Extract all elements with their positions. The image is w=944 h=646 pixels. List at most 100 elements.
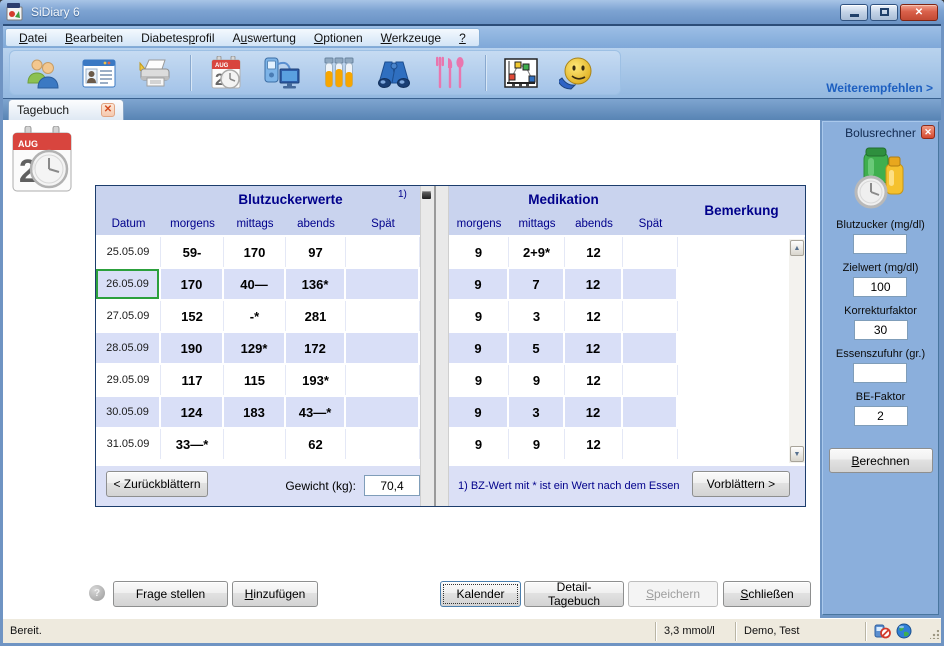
menu-optionen[interactable]: Optionen xyxy=(305,30,372,46)
menu-hilfe[interactable]: ? xyxy=(450,30,475,46)
med-value-cell[interactable]: 9 xyxy=(449,333,509,363)
med-value-cell[interactable]: 12 xyxy=(565,333,623,363)
bg-value-cell[interactable]: 115 xyxy=(224,365,286,395)
date-cell[interactable]: 25.05.09 xyxy=(96,237,161,267)
close-dialog-button[interactable]: Schließen xyxy=(723,581,811,607)
bg-value-cell[interactable]: 40— xyxy=(224,269,286,299)
diary-calendar-icon[interactable]: AUG 2 xyxy=(205,53,247,93)
menu-bearbeiten[interactable]: Bearbeiten xyxy=(56,30,132,46)
wizard-smiley-icon[interactable] xyxy=(556,53,598,93)
med-value-cell[interactable]: 12 xyxy=(565,397,623,427)
be-factor-input[interactable] xyxy=(854,406,908,426)
bg-value-cell[interactable]: 152 xyxy=(161,301,224,331)
restore-icon[interactable] xyxy=(870,4,898,21)
med-value-cell[interactable]: 12 xyxy=(565,429,623,459)
calculate-button[interactable]: Berechnen xyxy=(829,448,933,473)
detail-diary-button[interactable]: Detail-Tagebuch xyxy=(524,581,624,607)
table-scrollbar[interactable]: ▲ ▼ xyxy=(788,239,805,463)
titlebar[interactable]: SiDiary 6 ✕ xyxy=(0,0,944,24)
weight-input[interactable] xyxy=(364,475,420,496)
date-cell[interactable]: 29.05.09 xyxy=(96,365,161,395)
med-value-cell[interactable] xyxy=(623,269,678,299)
statistics-icon[interactable] xyxy=(500,53,542,93)
med-value-cell[interactable] xyxy=(623,333,678,363)
page-back-button[interactable]: < Zurückblättern xyxy=(106,471,208,497)
print-icon[interactable] xyxy=(134,53,176,93)
bg-value-cell[interactable]: 43—* xyxy=(286,397,346,427)
menu-werkzeuge[interactable]: Werkzeuge xyxy=(372,30,450,46)
bg-value-cell[interactable]: 172 xyxy=(286,333,346,363)
resize-grip[interactable] xyxy=(927,622,941,641)
bg-value-cell[interactable]: 170 xyxy=(161,269,224,299)
date-cell[interactable]: 28.05.09 xyxy=(96,333,161,363)
remark-cell[interactable] xyxy=(678,237,805,267)
bg-value-cell[interactable]: 97 xyxy=(286,237,346,267)
med-value-cell[interactable]: 12 xyxy=(565,301,623,331)
bg-value-cell[interactable] xyxy=(346,269,420,299)
nutrition-icon[interactable] xyxy=(429,53,471,93)
med-value-cell[interactable]: 12 xyxy=(565,365,623,395)
target-value-input[interactable] xyxy=(853,277,907,297)
bg-value-cell[interactable] xyxy=(346,333,420,363)
menu-diabetesprofil[interactable]: Diabetesprofil xyxy=(132,30,223,46)
menu-datei[interactable]: Datei xyxy=(10,30,56,46)
med-value-cell[interactable]: 9 xyxy=(449,301,509,331)
ask-question-button[interactable]: Frage stellen xyxy=(113,581,228,607)
help-icon[interactable]: ? xyxy=(89,585,105,601)
bg-value-cell[interactable] xyxy=(346,237,420,267)
bg-value-cell[interactable] xyxy=(346,397,420,427)
med-value-cell[interactable]: 12 xyxy=(565,237,623,267)
med-value-cell[interactable] xyxy=(623,365,678,395)
bg-value-cell[interactable]: 62 xyxy=(286,429,346,459)
close-icon[interactable]: ✕ xyxy=(900,4,938,21)
bg-value-cell[interactable]: 281 xyxy=(286,301,346,331)
med-value-cell[interactable]: 12 xyxy=(565,269,623,299)
bg-value-cell[interactable]: 170 xyxy=(224,237,286,267)
tab-tagebuch[interactable]: Tagebuch ✕ xyxy=(8,99,124,120)
bg-value-cell[interactable]: 190 xyxy=(161,333,224,363)
remark-cell[interactable] xyxy=(678,269,805,299)
med-value-cell[interactable]: 9 xyxy=(449,365,509,395)
save-button[interactable]: Speichern xyxy=(628,581,718,607)
remark-cell[interactable] xyxy=(678,365,805,395)
bg-value-cell[interactable] xyxy=(346,301,420,331)
correction-factor-input[interactable] xyxy=(854,320,908,340)
patient-profile-icon[interactable] xyxy=(78,53,120,93)
remark-cell[interactable] xyxy=(678,333,805,363)
search-icon[interactable] xyxy=(373,53,415,93)
calendar-button[interactable]: Kalender xyxy=(440,581,521,607)
med-value-cell[interactable]: 9 xyxy=(449,429,509,459)
med-value-cell[interactable]: 3 xyxy=(509,397,565,427)
bg-value-cell[interactable]: 183 xyxy=(224,397,286,427)
bg-value-cell[interactable] xyxy=(346,365,420,395)
scroll-up-icon[interactable]: ▲ xyxy=(790,240,804,256)
bg-value-cell[interactable]: 124 xyxy=(161,397,224,427)
recommend-link[interactable]: Weiterempfehlen > xyxy=(826,81,933,95)
scroll-down-icon[interactable]: ▼ xyxy=(790,446,804,462)
remark-cell[interactable] xyxy=(678,429,805,459)
remark-cell[interactable] xyxy=(678,301,805,331)
med-value-cell[interactable]: 9 xyxy=(449,269,509,299)
food-intake-input[interactable] xyxy=(853,363,907,383)
med-value-cell[interactable] xyxy=(623,237,678,267)
lab-values-icon[interactable] xyxy=(317,53,359,93)
date-cell[interactable]: 26.05.09 xyxy=(96,269,161,299)
panel-close-icon[interactable]: ✕ xyxy=(921,125,935,139)
menu-auswertung[interactable]: Auswertung xyxy=(224,30,305,46)
med-value-cell[interactable] xyxy=(623,429,678,459)
bg-value-cell[interactable]: -* xyxy=(224,301,286,331)
patients-icon[interactable] xyxy=(22,53,64,93)
minimize-icon[interactable] xyxy=(840,4,868,21)
bg-value-cell[interactable]: 129* xyxy=(224,333,286,363)
med-value-cell[interactable] xyxy=(623,397,678,427)
bg-value-cell[interactable]: 117 xyxy=(161,365,224,395)
bg-value-cell[interactable]: 136* xyxy=(286,269,346,299)
bg-value-cell[interactable] xyxy=(346,429,420,459)
med-value-cell[interactable]: 9 xyxy=(509,429,565,459)
med-value-cell[interactable]: 5 xyxy=(509,333,565,363)
add-button[interactable]: Hinzufügen xyxy=(232,581,318,607)
bg-value-cell[interactable]: 33—* xyxy=(161,429,224,459)
tab-close-icon[interactable]: ✕ xyxy=(101,103,115,117)
page-forward-button[interactable]: Vorblättern > xyxy=(692,471,790,497)
med-value-cell[interactable]: 9 xyxy=(509,365,565,395)
